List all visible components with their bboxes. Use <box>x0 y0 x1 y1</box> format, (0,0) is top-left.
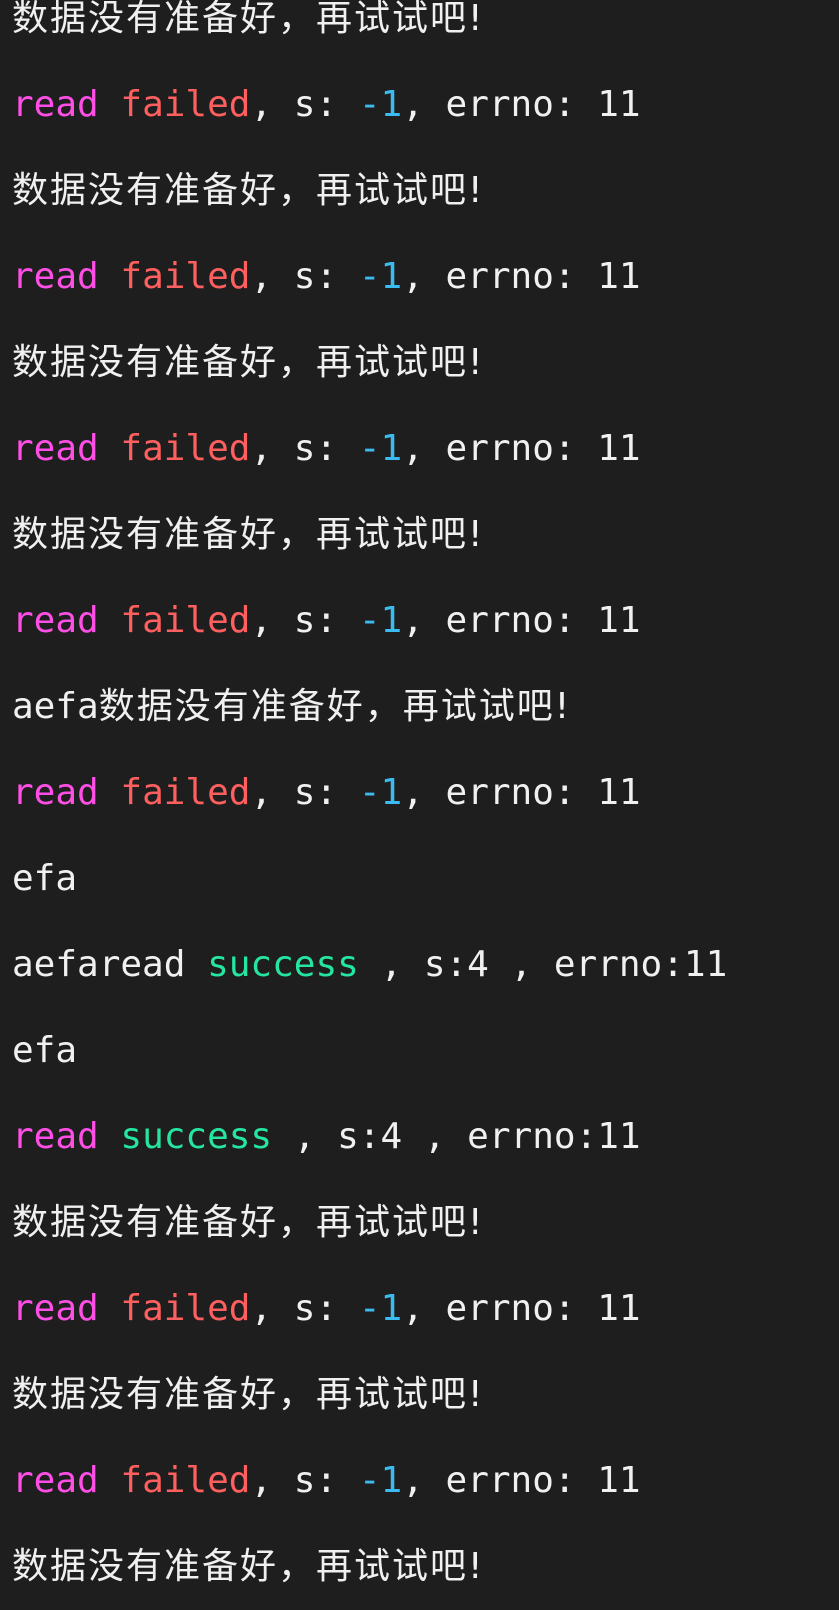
read-keyword: read <box>12 1460 99 1501</box>
errno-value: 11 <box>597 1460 641 1501</box>
s-value: -1 <box>358 256 403 297</box>
separator: , s: <box>250 1460 359 1501</box>
failed-status: failed <box>120 1288 251 1329</box>
terminal-line: read failed, s: -1, errno: 11 <box>12 750 839 836</box>
success-status: success <box>120 1116 273 1157</box>
input-echo: efa <box>12 1030 78 1071</box>
separator: , s: <box>250 600 359 641</box>
terminal-line: read failed, s: -1, errno: 11 <box>12 62 839 148</box>
terminal-line: 数据没有准备好，再试试吧! <box>12 148 839 234</box>
errno-value: 11 <box>597 256 641 297</box>
log-message: 数据没有准备好，再试试吧! <box>12 514 485 555</box>
s-value: -1 <box>358 1460 403 1501</box>
terminal-output: 数据没有准备好，再试试吧! read failed, s: -1, errno: … <box>0 0 839 1587</box>
terminal-line: 数据没有准备好，再试试吧! <box>12 1180 839 1266</box>
log-message: 数据没有准备好，再试试吧! <box>12 0 485 39</box>
s-value: -1 <box>358 600 403 641</box>
input-echo: aefa <box>12 686 99 727</box>
failed-status: failed <box>120 1460 251 1501</box>
read-keyword: read <box>12 1116 99 1157</box>
separator: , errno: <box>402 84 598 125</box>
s-value: -1 <box>358 772 403 813</box>
result-details: , s:4 , errno:11 <box>272 1116 641 1157</box>
log-message: 数据没有准备好，再试试吧! <box>12 1374 485 1415</box>
terminal-line: 数据没有准备好，再试试吧! <box>12 0 839 62</box>
separator: , s: <box>250 772 359 813</box>
read-keyword: read <box>12 84 99 125</box>
terminal-line: 数据没有准备好，再试试吧! <box>12 1352 839 1438</box>
failed-status: failed <box>120 600 251 641</box>
terminal-lines: 数据没有准备好，再试试吧! read failed, s: -1, errno: … <box>12 0 839 1610</box>
read-keyword: read <box>12 772 99 813</box>
errno-value: 11 <box>597 428 641 469</box>
result-details: , s:4 , errno:11 <box>358 944 728 985</box>
terminal-line: aefa数据没有准备好，再试试吧! <box>12 664 839 750</box>
s-value: -1 <box>358 84 403 125</box>
separator: , s: <box>250 84 359 125</box>
separator: , errno: <box>402 256 598 297</box>
separator: , errno: <box>402 600 598 641</box>
log-message: 数据没有准备好，再试试吧! <box>12 170 485 211</box>
errno-value: 11 <box>597 772 641 813</box>
terminal-line: read success , s:4 , errno:11 <box>12 1094 839 1180</box>
terminal-line: efa <box>12 836 839 922</box>
errno-value: 11 <box>597 600 641 641</box>
separator: , errno: <box>402 428 598 469</box>
terminal-line: read failed, s: -1, errno: 11 <box>12 406 839 492</box>
errno-value: 11 <box>597 84 641 125</box>
read-keyword: read <box>12 1288 99 1329</box>
separator: , s: <box>250 1288 359 1329</box>
separator: , s: <box>250 256 359 297</box>
separator: , errno: <box>402 1460 598 1501</box>
terminal-line: read failed, s: -1, errno: 11 <box>12 578 839 664</box>
read-keyword: read <box>12 256 99 297</box>
separator: , s: <box>250 428 359 469</box>
terminal-line: read failed, s: -1, errno: 11 <box>12 234 839 320</box>
log-message: 数据没有准备好，再试试吧! <box>12 1202 485 1243</box>
failed-status: failed <box>120 772 251 813</box>
separator: , errno: <box>402 1288 598 1329</box>
log-message: 数据没有准备好，再试试吧! <box>98 686 572 727</box>
log-message: 数据没有准备好，再试试吧! <box>12 342 485 383</box>
errno-value: 11 <box>597 1288 641 1329</box>
terminal-line: aefaread success , s:4 , errno:11 <box>12 922 839 1008</box>
read-keyword: read <box>12 600 99 641</box>
failed-status: failed <box>120 256 251 297</box>
input-echo: efa <box>12 858 78 899</box>
terminal-line: efa <box>12 1008 839 1094</box>
terminal-line: 数据没有准备好，再试试吧! <box>12 320 839 406</box>
input-echo: aefaread <box>12 944 208 985</box>
failed-status: failed <box>120 428 251 469</box>
s-value: -1 <box>358 428 403 469</box>
success-status: success <box>207 944 359 985</box>
terminal-line: 数据没有准备好，再试试吧! <box>12 492 839 578</box>
terminal-line: read failed, s: -1, errno: 11 <box>12 1438 839 1524</box>
log-message: 数据没有准备好，再试试吧! <box>12 1546 485 1587</box>
terminal-line: read failed, s: -1, errno: 11 <box>12 1266 839 1352</box>
read-keyword: read <box>12 428 99 469</box>
failed-status: failed <box>120 84 251 125</box>
separator: , errno: <box>402 772 598 813</box>
terminal-line: 数据没有准备好，再试试吧! <box>12 1524 839 1610</box>
s-value: -1 <box>358 1288 403 1329</box>
